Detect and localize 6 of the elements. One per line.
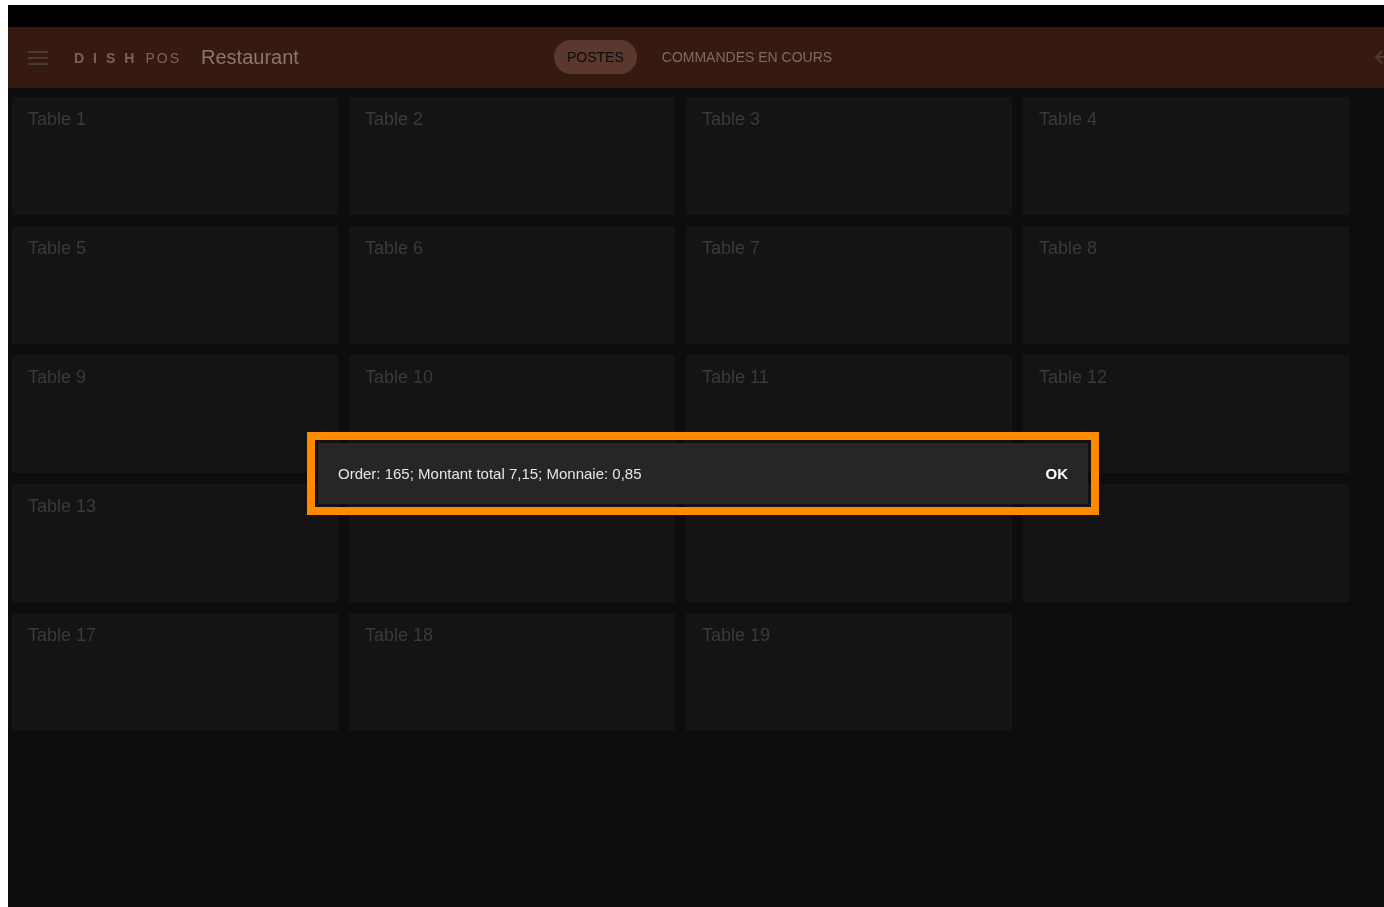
tab[interactable]: POSTES	[554, 40, 637, 74]
logo-brand: DISH	[74, 49, 144, 66]
tab[interactable]: COMMANDES EN COURS	[648, 40, 846, 74]
logo-product: POS	[145, 49, 182, 66]
table-tile[interactable]	[1023, 484, 1349, 602]
app-title: Restaurant	[201, 46, 299, 69]
